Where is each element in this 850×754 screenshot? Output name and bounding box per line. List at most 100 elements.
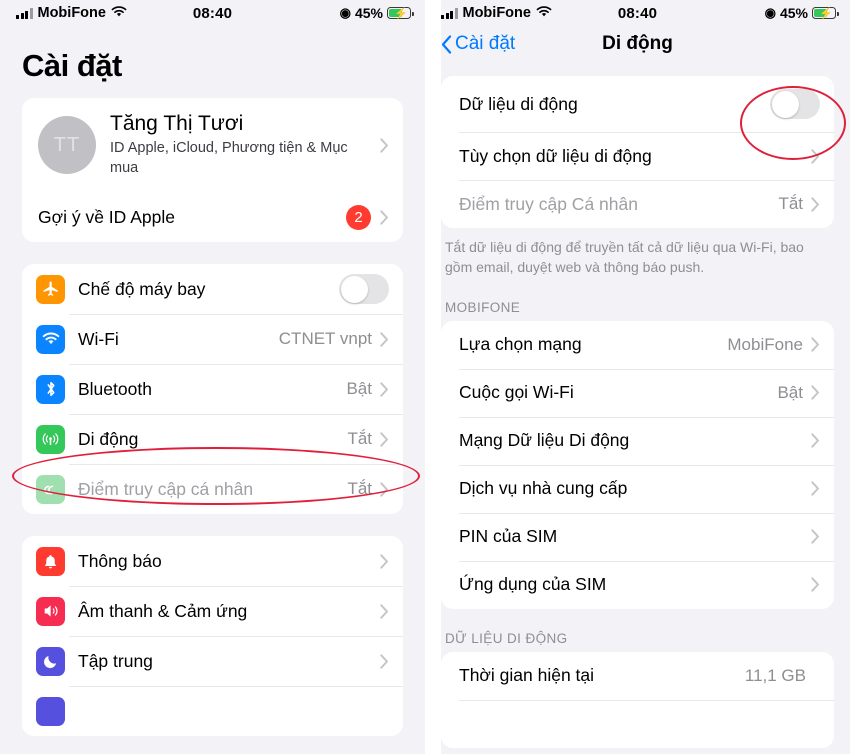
- chevron-right-icon: [811, 385, 820, 400]
- row-label: PIN của SIM: [459, 526, 558, 547]
- account-name: Tăng Thị Tươi: [110, 112, 244, 135]
- sim-applications-row[interactable]: Ứng dụng của SIM: [441, 560, 834, 609]
- status-bar-right-group: ◉ 45% ⚡: [339, 5, 414, 21]
- sidebar-item-screen-time-partial[interactable]: [22, 686, 403, 736]
- cellular-primary-card: Dữ liệu di động Tùy chọn dữ liệu di động…: [441, 76, 834, 228]
- chevron-right-icon: [380, 653, 389, 669]
- data-usage-card: Thời gian hiện tại 11,1 GB: [441, 651, 834, 748]
- row-label: Ứng dụng của SIM: [459, 574, 607, 595]
- sidebar-item-wifi[interactable]: Wi-Fi CTNET vnpt: [22, 314, 403, 364]
- status-bar-right: MobiFone 08:40 ◉ 45% ⚡: [425, 0, 850, 26]
- cellular-data-label: Dữ liệu di động: [459, 93, 578, 114]
- dual-screenshot: MobiFone 08:40 ◉ 45% ⚡ Cài đặt TT Tăng T…: [0, 0, 850, 754]
- sidebar-item-label: Di động: [78, 428, 139, 449]
- airplane-mode-toggle[interactable]: [339, 274, 389, 305]
- status-bar-left: MobiFone 08:40 ◉ 45% ⚡: [0, 0, 425, 26]
- cellular-data-options-row[interactable]: Tùy chọn dữ liệu di động: [441, 132, 834, 180]
- chevron-right-icon: [811, 577, 820, 592]
- carrier-services-row[interactable]: Dịch vụ nhà cung cấp: [441, 464, 834, 513]
- cellular-data-toggle[interactable]: [770, 89, 820, 119]
- cellular-data-row[interactable]: Dữ liệu di động: [441, 76, 834, 132]
- sidebar-item-bluetooth[interactable]: Bluetooth Bật: [22, 364, 403, 414]
- chevron-right-icon: [811, 481, 820, 496]
- status-bar-right-group: ◉ 45% ⚡: [765, 5, 839, 21]
- row-value: 11,1 GB: [744, 665, 806, 685]
- personal-hotspot-value: Tắt: [778, 194, 803, 213]
- sidebar-item-airplane-mode[interactable]: Chế độ máy bay: [22, 264, 403, 314]
- account-row[interactable]: TT Tăng Thị Tươi ID Apple, iCloud, Phươn…: [22, 98, 403, 192]
- airplane-icon: [36, 274, 65, 304]
- chevron-right-icon: [811, 337, 820, 352]
- row-label: Lựa chọn mạng: [459, 334, 582, 355]
- sidebar-item-label: Điểm truy cập cá nhân: [78, 478, 254, 499]
- hotspot-value: Tắt: [347, 479, 372, 499]
- carrier-card: Lựa chọn mạng MobiFone Cuộc gọi Wi-Fi Bậ…: [441, 320, 834, 609]
- battery-percent: 45%: [354, 5, 383, 21]
- cellular-data-network-row[interactable]: Mạng Dữ liệu Di động: [441, 416, 834, 465]
- cellular-settings-screen: MobiFone 08:40 ◉ 45% ⚡ Cài đặt Di động D…: [425, 0, 850, 754]
- apple-id-suggestion-row[interactable]: Gợi ý về ID Apple 2: [22, 192, 403, 242]
- cellular-data-footnote: Tắt dữ liệu di động để truyền tất cả dữ …: [445, 239, 804, 276]
- back-button[interactable]: Cài đặt: [441, 33, 515, 55]
- chevron-right-icon: [380, 209, 389, 225]
- cellular-data-options-label: Tùy chọn dữ liệu di động: [459, 145, 652, 166]
- sidebar-item-label: Chế độ máy bay: [78, 278, 206, 299]
- chevron-right-icon: [380, 553, 389, 569]
- row-label: Dịch vụ nhà cung cấp: [459, 478, 628, 499]
- connectivity-card: Chế độ máy bay Wi-Fi CTNET vnpt Bluetoot…: [22, 264, 403, 515]
- settings-home-screen: MobiFone 08:40 ◉ 45% ⚡ Cài đặt TT Tăng T…: [0, 0, 425, 754]
- wifi-icon: [36, 324, 65, 354]
- sidebar-item-focus[interactable]: Tập trung: [22, 636, 403, 686]
- status-bar-left-group: MobiFone: [16, 5, 127, 22]
- chevron-right-icon: [380, 481, 389, 497]
- carrier-name: MobiFone: [462, 5, 531, 21]
- navigation-bar: Cài đặt Di động: [425, 26, 850, 62]
- network-selection-row[interactable]: Lựa chọn mạng MobiFone: [441, 321, 834, 369]
- apple-id-suggestion-label: Gợi ý về ID Apple: [38, 206, 175, 227]
- chevron-right-icon: [380, 603, 389, 619]
- sidebar-item-notifications[interactable]: Thông báo: [22, 536, 403, 586]
- sidebar-item-label: Âm thanh & Cảm ứng: [78, 600, 248, 621]
- carrier-section-header: MOBIFONE: [445, 299, 521, 315]
- chevron-right-icon: [380, 431, 389, 447]
- signal-bars-icon: [16, 7, 33, 19]
- account-subtitle: ID Apple, iCloud, Phương tiện & Mục mua: [110, 140, 348, 176]
- row-label: Thời gian hiện tại: [459, 665, 595, 686]
- current-period-row[interactable]: Thời gian hiện tại 11,1 GB: [441, 652, 834, 700]
- avatar: TT: [38, 116, 96, 175]
- sidebar-item-label: Thông báo: [78, 550, 162, 571]
- back-button-label: Cài đặt: [455, 33, 516, 54]
- speaker-icon: [36, 596, 65, 626]
- row-label: Cuộc gọi Wi-Fi: [459, 382, 574, 403]
- sidebar-item-label: Wi-Fi: [78, 328, 119, 349]
- panel-divider: [425, 0, 441, 754]
- bluetooth-icon: [36, 374, 65, 404]
- personal-hotspot-row[interactable]: Điểm truy cập Cá nhân Tắt: [441, 180, 834, 228]
- status-bar-left-group: MobiFone: [441, 5, 552, 22]
- chevron-right-icon: [811, 148, 820, 164]
- cellular-value: Tắt: [347, 429, 372, 449]
- signal-bars-icon: [441, 7, 458, 19]
- sidebar-item-label: Tập trung: [78, 650, 153, 671]
- sim-pin-row[interactable]: PIN của SIM: [441, 512, 834, 561]
- wifi-icon: [536, 5, 552, 22]
- wifi-value: CTNET vnpt: [278, 329, 372, 349]
- wifi-calling-row[interactable]: Cuộc gọi Wi-Fi Bật: [441, 368, 834, 417]
- chevron-right-icon: [380, 331, 389, 347]
- data-usage-row-partial[interactable]: [441, 699, 834, 748]
- chevron-left-icon: [441, 34, 452, 54]
- location-arrow-icon: ◉: [339, 5, 351, 20]
- chevron-right-icon: [380, 137, 389, 153]
- sidebar-item-sounds-haptics[interactable]: Âm thanh & Cảm ứng: [22, 586, 403, 636]
- sidebar-item-cellular[interactable]: Di động Tắt: [22, 414, 403, 464]
- sidebar-item-label: Bluetooth: [78, 378, 152, 399]
- row-label: Mạng Dữ liệu Di động: [459, 430, 630, 451]
- moon-icon: [36, 646, 65, 676]
- chevron-right-icon: [811, 433, 820, 448]
- chevron-right-icon: [811, 529, 820, 544]
- data-section-header: DỮ LIỆU DI ĐỘNG: [445, 630, 568, 646]
- battery-charging-icon: ⚡: [387, 7, 414, 20]
- sidebar-item-personal-hotspot[interactable]: Điểm truy cập cá nhân Tắt: [22, 464, 403, 514]
- chevron-right-icon: [380, 381, 389, 397]
- row-value: Bật: [777, 382, 803, 402]
